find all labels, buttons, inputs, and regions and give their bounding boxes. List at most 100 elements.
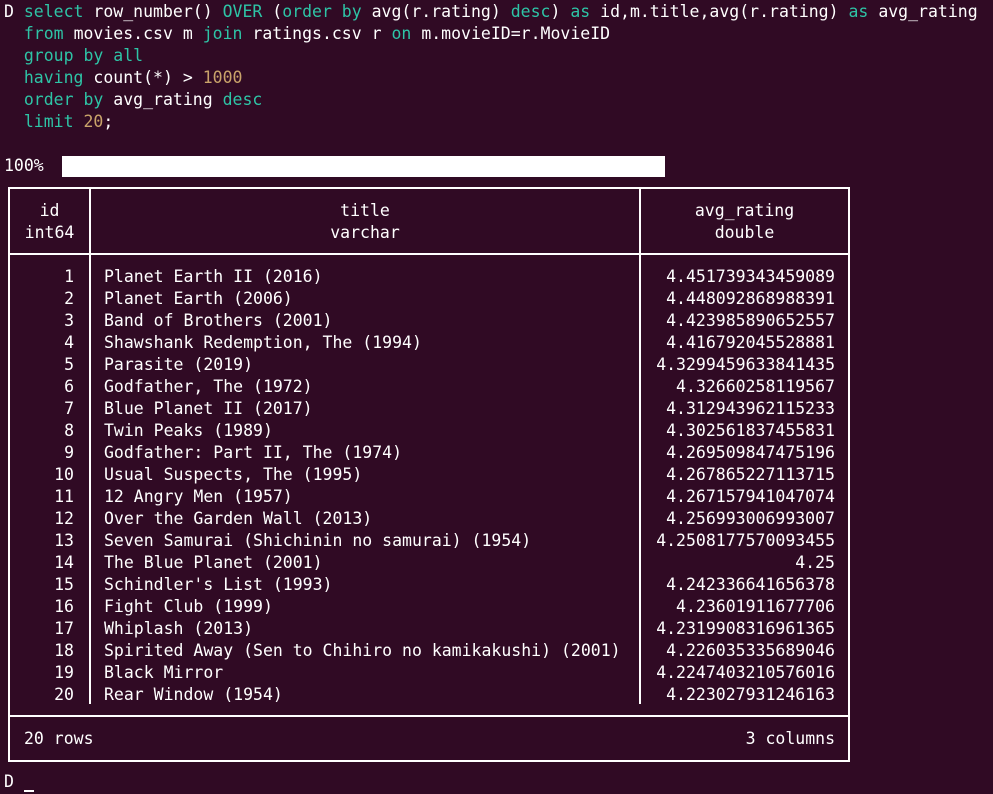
cell-id: 3 — [64, 311, 74, 330]
paren-close: ) — [550, 2, 561, 21]
query-line-2: from movies.csv m join ratings.csv r on … — [4, 23, 993, 45]
cell-title: Seven Samurai (Shichinin no samurai) (19… — [104, 531, 532, 550]
join-condition: m.movieID=r.MovieID — [421, 24, 611, 43]
column-header-avg-rating: avg_rating double — [641, 200, 848, 244]
cell-title: Parasite (2019) — [104, 355, 254, 374]
cell-avg-rating: 4.416792045528881 — [666, 333, 835, 352]
cell-avg-rating: 4.2247403210576016 — [656, 663, 835, 682]
cell-avg-rating: 4.451739343459089 — [666, 267, 835, 286]
row-count: 20 rows — [24, 729, 94, 748]
kw-join: join — [202, 24, 243, 43]
column-type: int64 — [24, 223, 75, 242]
cell-title: Schindler's List (1993) — [104, 575, 333, 594]
select-cols: id,m.title,avg(r.rating) — [600, 2, 839, 21]
alias-m: m — [182, 24, 193, 43]
kw-limit: limit — [23, 112, 74, 131]
cell-avg-rating: 4.267157941047074 — [666, 487, 835, 506]
cell-title: Shawshank Redemption, The (1994) — [104, 333, 422, 352]
kw-desc: desc — [510, 2, 551, 21]
progress-fill — [62, 155, 665, 177]
cell-title: Godfather, The (1972) — [104, 377, 313, 396]
cell-avg-rating: 4.312943962115233 — [666, 399, 835, 418]
cell-avg-rating: 4.448092868988391 — [666, 289, 835, 308]
kw-from: from — [23, 24, 64, 43]
cell-id: 17 — [54, 619, 74, 638]
table-row: 16 Fight Club (1999) 4.23601911677706 — [10, 596, 848, 618]
cell-avg-rating: 4.32660258119567 — [676, 377, 835, 396]
column-type: double — [714, 223, 775, 242]
column-name: title — [340, 201, 390, 220]
kw-all: all — [113, 46, 144, 65]
cell-title: Godfather: Part II, The (1974) — [104, 443, 403, 462]
kw-group-by: group by — [23, 46, 104, 65]
cell-id: 2 — [64, 289, 74, 308]
query-line-1: D select row_number() OVER (order by avg… — [4, 1, 993, 23]
kw-on: on — [391, 24, 412, 43]
cell-id: 5 — [64, 355, 74, 374]
expr-avg: avg(r.rating) — [371, 2, 501, 21]
cell-title: Fight Club (1999) — [104, 597, 273, 616]
cell-avg-rating: 4.423985890652557 — [666, 311, 835, 330]
cell-avg-rating: 4.25 — [795, 553, 835, 572]
result-table: id int64 title varchar avg_rating double… — [8, 187, 850, 762]
column-header-title: title varchar — [91, 200, 639, 244]
table-row: 13 Seven Samurai (Shichinin no samurai) (… — [10, 530, 848, 552]
cell-id: 1 — [64, 267, 74, 286]
prompt: D — [4, 2, 14, 21]
cell-avg-rating: 4.242336641656378 — [666, 575, 835, 594]
cell-title: Planet Earth II (2016) — [104, 267, 323, 286]
cell-id: 16 — [54, 597, 74, 616]
cell-title: Blue Planet II (2017) — [104, 399, 313, 418]
cell-id: 14 — [54, 553, 74, 572]
query-line-3: group by all — [4, 45, 993, 67]
cell-avg-rating: 4.267865227113715 — [666, 465, 835, 484]
cell-title: The Blue Planet (2001) — [104, 553, 323, 572]
cell-avg-rating: 4.223027931246163 — [666, 685, 835, 704]
cell-title: Whiplash (2013) — [104, 619, 254, 638]
cell-id: 10 — [54, 465, 74, 484]
table-row: 4 Shawshank Redemption, The (1994) 4.41679… — [10, 332, 848, 354]
column-header-id: id int64 — [10, 200, 89, 244]
cell-id: 4 — [64, 333, 74, 352]
kw-desc-2: desc — [222, 90, 263, 109]
cell-title: Band of Brothers (2001) — [104, 311, 333, 330]
limit-value: 20 — [83, 112, 104, 131]
cell-title: Black Mirror — [104, 663, 224, 682]
table-row: 10 Usual Suspects, The (1995) 4.2678652271… — [10, 464, 848, 486]
kw-select: select — [23, 2, 84, 21]
progress-label: 100% — [4, 156, 44, 175]
cell-avg-rating: 4.269509847475196 — [666, 443, 835, 462]
table-row: 11 12 Angry Men (1957) 4.267157941047074 — [10, 486, 848, 508]
query-line-6: limit 20; — [4, 111, 993, 133]
kw-as: as — [570, 2, 591, 21]
fn-row-number: row_number() — [93, 2, 213, 21]
table-row: 20 Rear Window (1954) 4.223027931246163 — [10, 684, 848, 706]
cell-avg-rating: 4.302561837455831 — [666, 421, 835, 440]
table-row: 18 Spirited Away (Sen to Chihiro no kamik… — [10, 640, 848, 662]
cell-title: Over the Garden Wall (2013) — [104, 509, 373, 528]
table-row: 15 Schindler's List (1993) 4.2423366416563… — [10, 574, 848, 596]
table-row: 8 Twin Peaks (1989) 4.302561837455831 — [10, 420, 848, 442]
table-row: 6 Godfather, The (1972) 4.32660258119567 — [10, 376, 848, 398]
table-row: 9 Godfather: Part II, The (1974) 4.2695098… — [10, 442, 848, 464]
alias-avg-rating: avg_rating — [878, 2, 978, 21]
column-name: id — [39, 201, 60, 220]
cell-id: 8 — [64, 421, 74, 440]
kw-over: OVER — [222, 2, 263, 21]
terminal-query: D select row_number() OVER (order by avg… — [4, 1, 993, 133]
cell-id: 12 — [54, 509, 74, 528]
cell-id: 13 — [54, 531, 74, 550]
table-row: 14 The Blue Planet (2001) 4.25 — [10, 552, 848, 574]
header-divider — [10, 253, 848, 255]
cell-avg-rating: 4.23601911677706 — [676, 597, 835, 616]
cell-id: 18 — [54, 641, 74, 660]
table-movies: movies.csv — [73, 24, 173, 43]
table-row: 12 Over the Garden Wall (2013) 4.256993006… — [10, 508, 848, 530]
cell-id: 19 — [54, 663, 74, 682]
kw-order-by: order by — [282, 2, 362, 21]
cell-title: 12 Angry Men (1957) — [104, 487, 293, 506]
kw-having: having — [23, 68, 84, 87]
having-value: 1000 — [202, 68, 243, 87]
cell-id: 20 — [54, 685, 74, 704]
table-row: 5 Parasite (2019) 4.3299459633841435 — [10, 354, 848, 376]
